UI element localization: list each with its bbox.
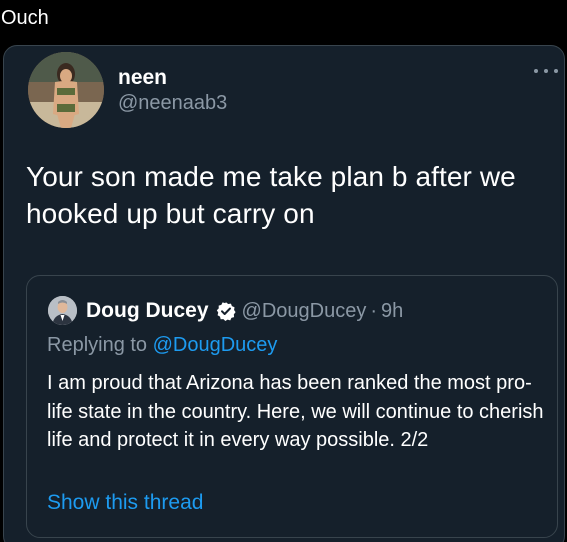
replying-to-line: Replying to @DougDucey (47, 334, 277, 357)
author-name[interactable]: neen (118, 66, 167, 90)
quoted-author-handle[interactable]: @DougDucey (242, 300, 367, 323)
post-caption: Ouch (1, 7, 49, 29)
quoted-author-avatar[interactable] (48, 296, 77, 325)
show-thread-link[interactable]: Show this thread (47, 491, 203, 515)
quoted-tweet-header: Doug Ducey @DougDucey · 9h (86, 296, 403, 326)
more-horizontal-icon[interactable] (534, 64, 558, 78)
author-handle[interactable]: @neenaab3 (118, 92, 227, 115)
quoted-author-name[interactable]: Doug Ducey (86, 299, 209, 323)
tweet-text: Your son made me take plan b after we ho… (26, 161, 516, 229)
verified-badge-icon (216, 301, 236, 321)
author-avatar[interactable] (28, 52, 104, 128)
replying-to-mention[interactable]: @DougDucey (153, 334, 278, 356)
quoted-tweet-text: I am proud that Arizona has been ranked … (47, 372, 544, 451)
tweet-card[interactable]: neen @neenaab3 Your son made me take pla… (3, 45, 565, 542)
quoted-tweet-timestamp[interactable]: 9h (381, 300, 403, 323)
header-separator: · (370, 299, 377, 322)
quoted-tweet-card[interactable]: Doug Ducey @DougDucey · 9h Replying to @… (26, 275, 558, 538)
replying-prefix: Replying to (47, 334, 148, 356)
